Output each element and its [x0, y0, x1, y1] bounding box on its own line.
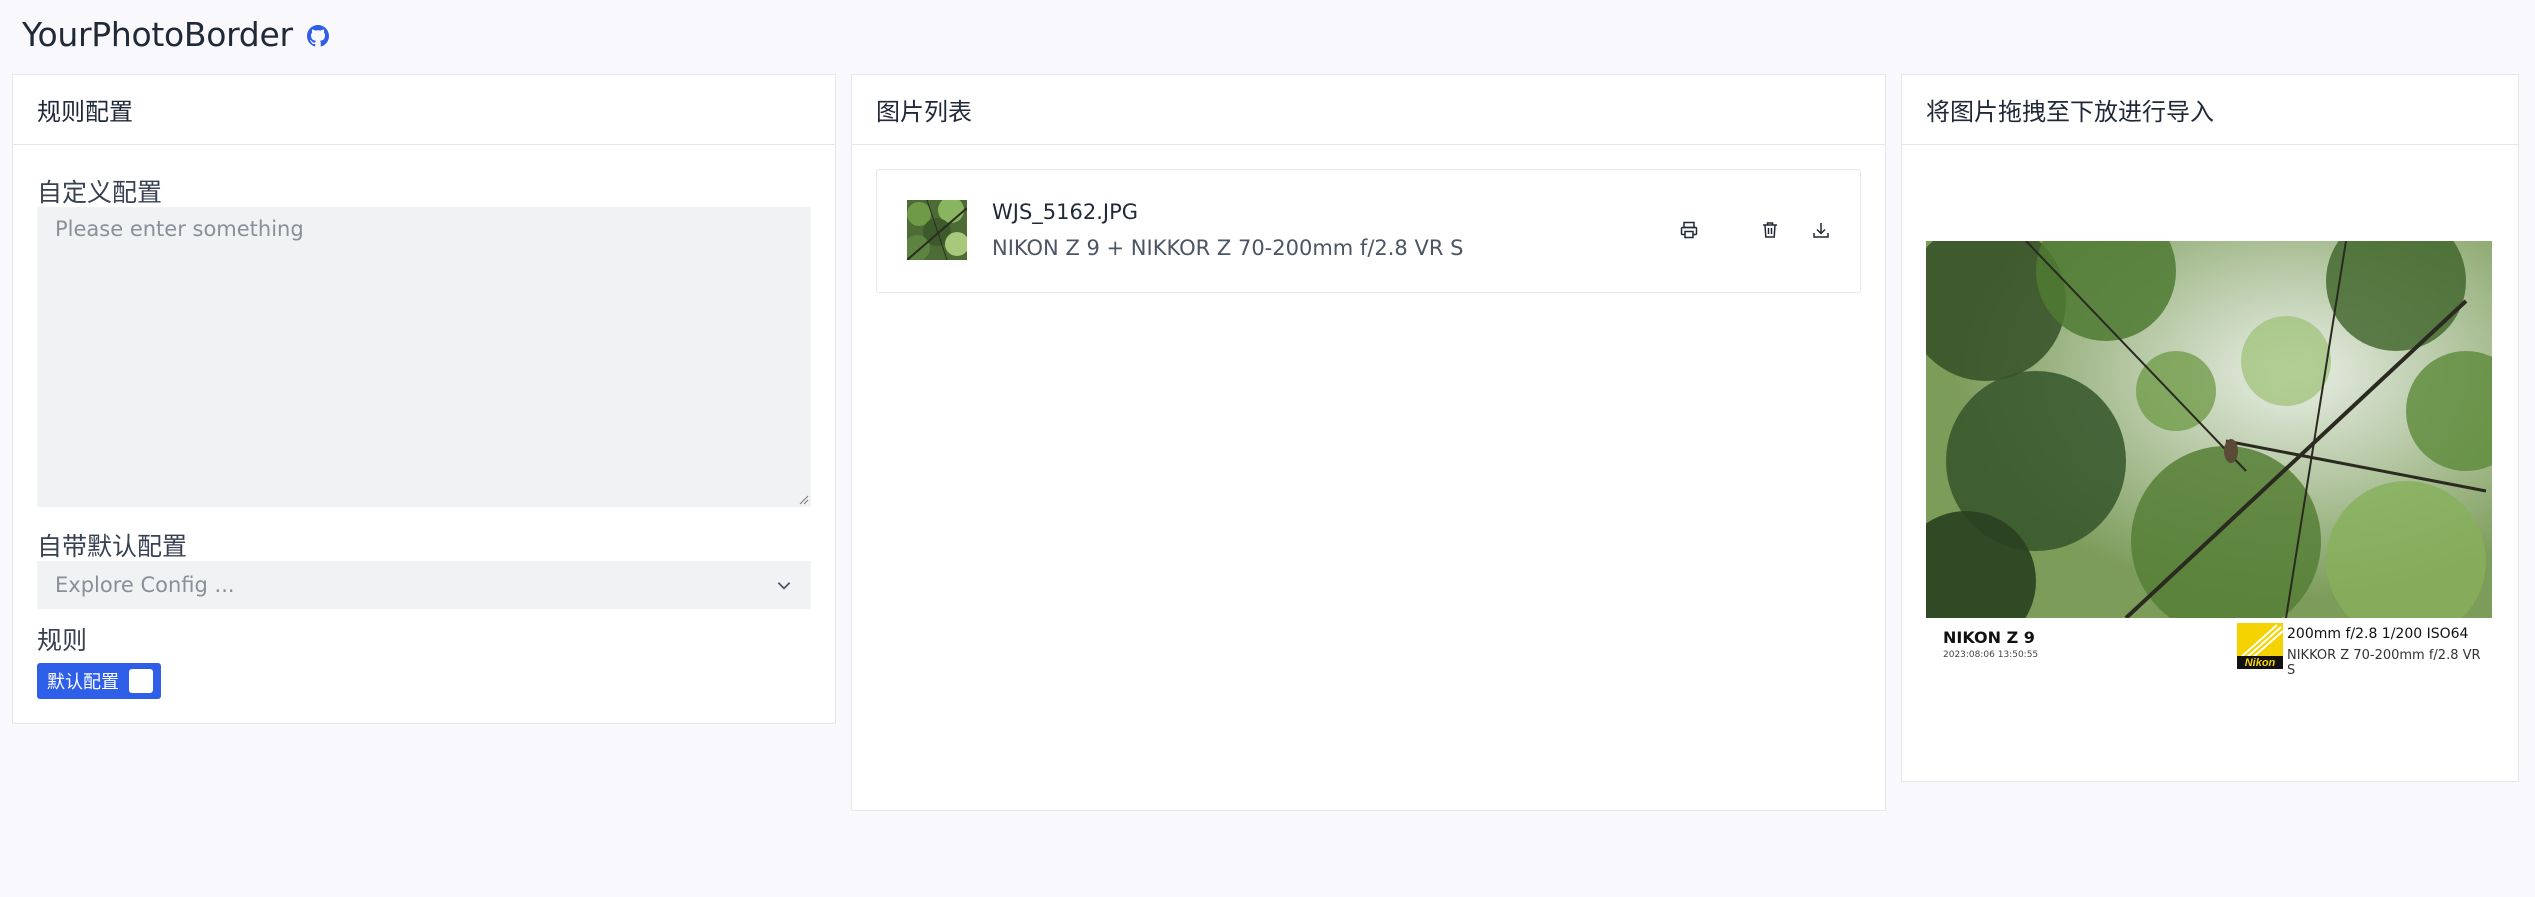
rules-config-panel: 规则配置 自定义配置 自带默认配置 Explore Config ... 规则 … — [12, 74, 836, 724]
image-list-panel: 图片列表 WJS_5162.JPG NIKON Z 9 + NIKKOR Z 7… — [851, 74, 1886, 811]
resize-grip-icon[interactable] — [799, 495, 809, 505]
rules-label: 规则 — [37, 626, 88, 655]
custom-config-textarea[interactable] — [37, 207, 811, 507]
preview-camera-model: NIKON Z 9 — [1943, 628, 2035, 647]
download-icon[interactable] — [1809, 218, 1833, 242]
app-title: YourPhotoBorder — [22, 14, 293, 54]
image-list-title: 图片列表 — [852, 75, 1885, 145]
app-header: YourPhotoBorder — [22, 14, 329, 54]
chevron-down-icon — [777, 582, 791, 590]
preview-exposure: 200mm f/2.8 1/200 ISO64 — [2287, 626, 2469, 642]
preview-capture-time: 2023:08:06 13:50:55 — [1943, 650, 2039, 660]
rules-config-title: 规则配置 — [13, 75, 835, 145]
photo-filename: WJS_5162.JPG — [992, 200, 1139, 224]
nikon-logo-icon: Nikon — [2237, 623, 2284, 669]
image-import-title: 将图片拖拽至下放进行导入 — [1902, 75, 2518, 145]
bordered-photo-preview: NIKON Z 9 2023:08:06 13:50:55 Nikon 200m… — [1926, 241, 2492, 678]
preview-lens: NIKKOR Z 70-200mm f/2.8 VR S — [2287, 648, 2481, 678]
rule-toggle-checkbox[interactable] — [129, 669, 153, 693]
default-config-label: 自带默认配置 — [37, 532, 188, 561]
default-config-placeholder: Explore Config ... — [55, 573, 235, 597]
list-item[interactable]: WJS_5162.JPG NIKON Z 9 + NIKKOR Z 70-200… — [876, 169, 1861, 293]
default-rule-tag[interactable]: 默认配置 — [37, 663, 161, 699]
default-config-select[interactable]: Explore Config ... — [37, 561, 811, 609]
trash-icon[interactable] — [1758, 218, 1782, 242]
photo-thumbnail — [907, 200, 967, 260]
rule-tag-label: 默认配置 — [47, 672, 119, 693]
printer-icon[interactable] — [1677, 218, 1701, 242]
preview-photo — [1926, 241, 2492, 618]
image-import-panel[interactable]: 将图片拖拽至下放进行导入 NIKON Z 9 2023:08:06 13:50:… — [1901, 74, 2519, 782]
custom-config-label: 自定义配置 — [37, 178, 163, 207]
github-icon[interactable] — [306, 25, 329, 47]
svg-text:Nikon: Nikon — [2245, 657, 2276, 669]
photo-meta: NIKON Z 9 + NIKKOR Z 70-200mm f/2.8 VR S — [992, 236, 1464, 260]
